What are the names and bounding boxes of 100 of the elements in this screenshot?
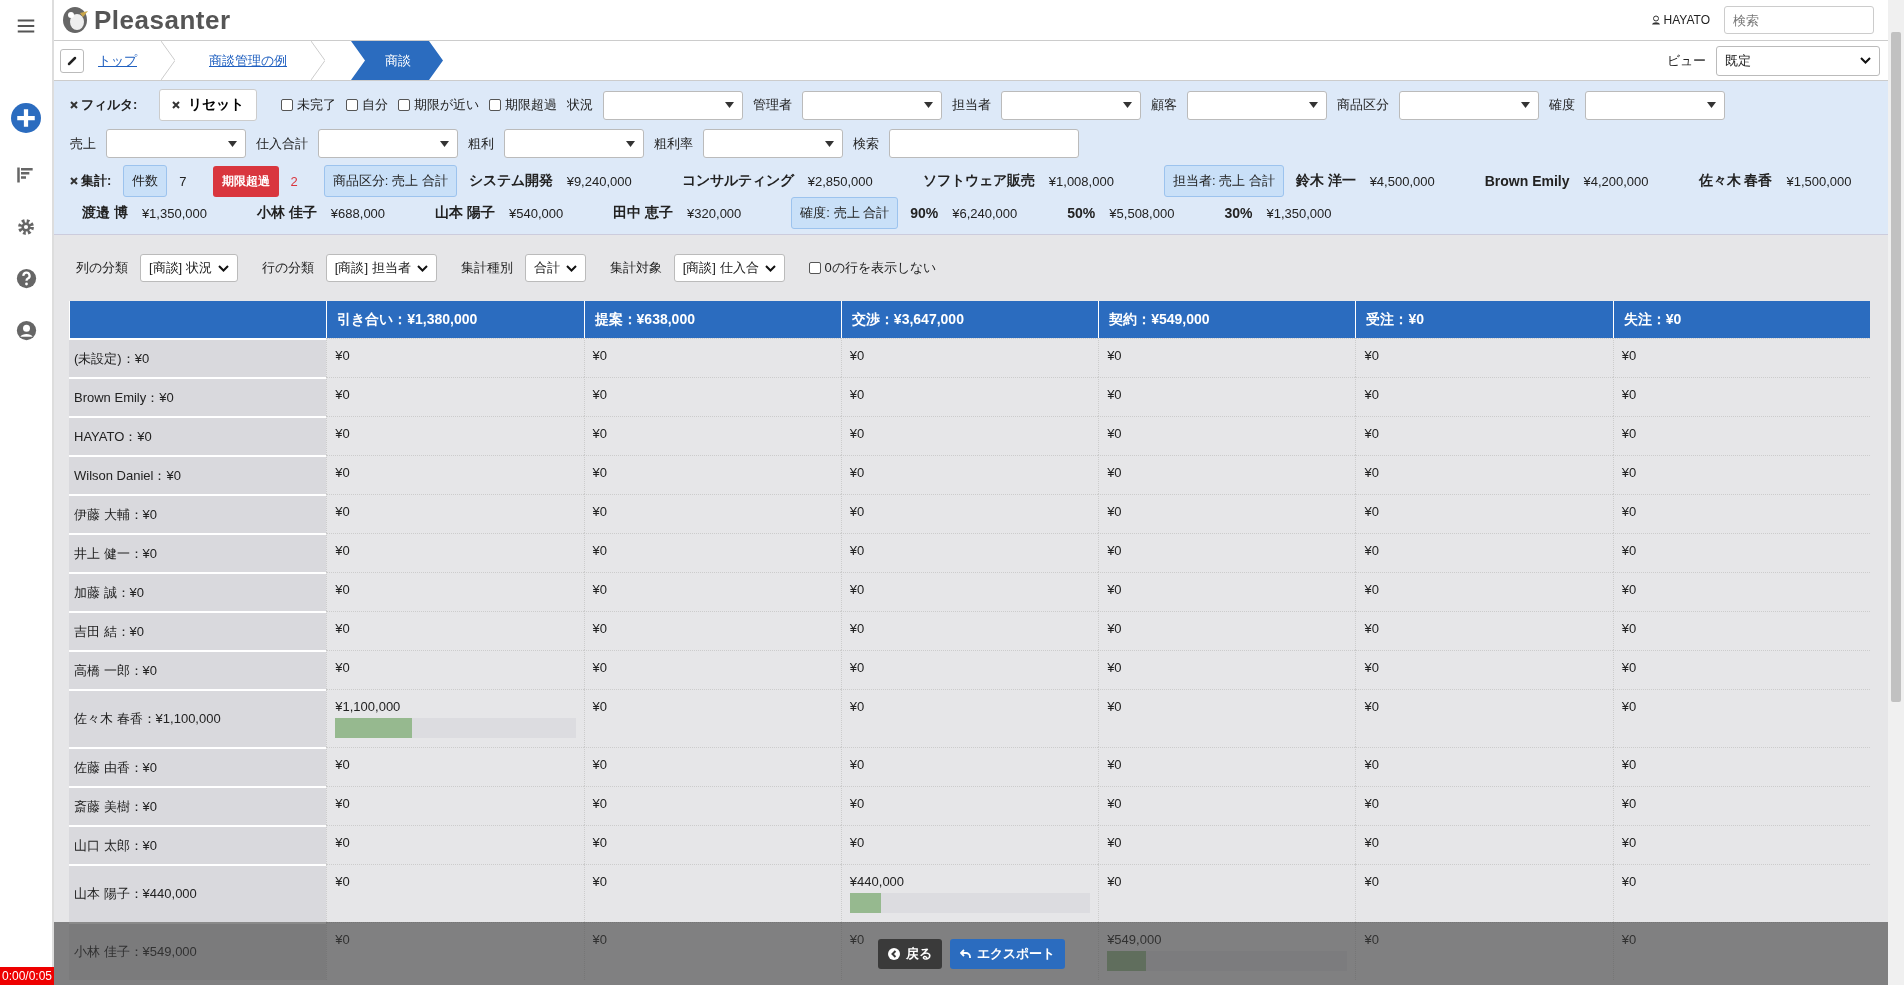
table-cell: ¥0 bbox=[1098, 864, 1356, 922]
caret-icon bbox=[1521, 102, 1531, 108]
table-cell: ¥0 bbox=[583, 864, 841, 922]
table-cell: ¥0 bbox=[583, 377, 841, 416]
summary-value: ¥1,500,000 bbox=[1786, 173, 1852, 189]
table-cell: ¥0 bbox=[1098, 533, 1356, 572]
row-header: Wilson Daniel：¥0 bbox=[69, 455, 327, 494]
scrollbar[interactable] bbox=[1888, 0, 1904, 985]
dropdown[interactable]: [商談] 仕入合 bbox=[673, 254, 785, 282]
group-badge[interactable]: 確度: 売上 合計 bbox=[791, 197, 899, 229]
summary-label: 田中 恵子 bbox=[613, 204, 674, 222]
table-cell: ¥0 bbox=[583, 611, 841, 650]
table-cell: ¥0 bbox=[840, 747, 1099, 786]
summary-value: ¥688,000 bbox=[330, 205, 386, 221]
dropdown[interactable]: [商談] 状況 bbox=[140, 254, 238, 282]
dropdown[interactable] bbox=[603, 90, 744, 120]
table-cell: ¥0 bbox=[326, 455, 584, 494]
user-icon[interactable] bbox=[15, 320, 37, 341]
export-button[interactable]: エクスポート bbox=[949, 938, 1065, 969]
dropdown[interactable] bbox=[802, 90, 943, 120]
table-cell: ¥0 bbox=[840, 611, 1099, 650]
dropdown[interactable]: 合計 bbox=[524, 254, 586, 282]
table-cell: ¥0 bbox=[326, 611, 584, 650]
row-header: 加藤 誠：¥0 bbox=[69, 572, 327, 611]
sort-icon[interactable] bbox=[16, 165, 36, 185]
table-cell: ¥0 bbox=[840, 338, 1099, 377]
table-cell: ¥0 bbox=[326, 922, 584, 980]
search-field[interactable] bbox=[889, 129, 1079, 158]
link-button[interactable] bbox=[60, 48, 84, 73]
table-cell: ¥0 bbox=[583, 494, 841, 533]
dropdown[interactable] bbox=[318, 129, 458, 158]
checkbox-option[interactable]: 未完了 bbox=[281, 96, 337, 114]
group-badge[interactable]: 商品区分: 売上 合計 bbox=[323, 165, 457, 197]
table-cell: ¥0 bbox=[583, 689, 841, 747]
field-label: 顧客 bbox=[1151, 96, 1178, 114]
help-icon[interactable] bbox=[15, 268, 37, 289]
field-label: 検索 bbox=[853, 134, 879, 153]
field-label: 商品区分 bbox=[1337, 96, 1390, 114]
logo-icon bbox=[60, 5, 90, 35]
dropdown[interactable]: [商談] 担当者 bbox=[325, 254, 437, 282]
table-cell: ¥0 bbox=[840, 786, 1099, 825]
caret-icon bbox=[725, 102, 735, 108]
checkbox-option[interactable]: 自分 bbox=[346, 96, 389, 114]
table-cell: ¥0 bbox=[583, 786, 841, 825]
table-cell: ¥0 bbox=[1612, 747, 1870, 786]
table-cell: ¥0 bbox=[1612, 338, 1870, 377]
caret-icon bbox=[825, 140, 834, 147]
table-cell: ¥0 bbox=[1355, 455, 1613, 494]
dropdown[interactable] bbox=[504, 129, 644, 158]
column-header: 引き合い：¥1,380,000 bbox=[326, 301, 584, 338]
caret-icon bbox=[924, 102, 934, 108]
reply-arrow-icon bbox=[959, 948, 971, 959]
table-cell: ¥0 bbox=[1355, 416, 1613, 455]
checkbox-option[interactable]: 0の行を表示しない bbox=[808, 259, 936, 277]
settings-icon[interactable] bbox=[16, 217, 36, 237]
dropdown[interactable] bbox=[106, 129, 246, 158]
user-menu[interactable]: HAYATO bbox=[1650, 13, 1710, 27]
table-cell: ¥0 bbox=[583, 747, 841, 786]
summary-value: ¥6,240,000 bbox=[952, 205, 1018, 221]
dropdown[interactable] bbox=[1001, 90, 1142, 120]
table-cell: ¥0 bbox=[840, 455, 1099, 494]
row-header: 小林 佳子：¥549,000 bbox=[69, 922, 327, 980]
summary-label: ソフトウェア販売 bbox=[922, 172, 1035, 190]
dropdown[interactable] bbox=[1399, 90, 1540, 120]
search-field[interactable]: 検索 bbox=[1724, 6, 1874, 34]
table-cell: ¥0 bbox=[583, 338, 841, 377]
field-label: 仕入合計 bbox=[256, 134, 308, 153]
reset-button[interactable]: リセット bbox=[159, 89, 258, 121]
summary-label: 佐々木 春香 bbox=[1698, 172, 1773, 190]
table-cell: ¥0 bbox=[1612, 689, 1870, 747]
table-cell: ¥0 bbox=[840, 533, 1099, 572]
table-cell: ¥0 bbox=[1355, 377, 1613, 416]
dropdown[interactable] bbox=[1187, 90, 1328, 120]
checkbox-option[interactable]: 期限が近い bbox=[398, 96, 480, 114]
table-cell: ¥0 bbox=[1098, 689, 1356, 747]
column-header: 契約：¥549,000 bbox=[1098, 301, 1356, 338]
breadcrumb-link[interactable]: 商談 bbox=[351, 41, 443, 80]
overdue-badge[interactable]: 期限超過 bbox=[212, 165, 279, 197]
column-header: 失注：¥0 bbox=[1612, 301, 1870, 338]
table-cell: ¥0 bbox=[840, 572, 1099, 611]
checkbox-option[interactable]: 期限超過 bbox=[489, 96, 558, 114]
table-cell: ¥0 bbox=[583, 650, 841, 689]
summary-value: ¥5,508,000 bbox=[1109, 205, 1175, 221]
view-dropdown[interactable]: 既定 bbox=[1716, 45, 1880, 76]
dropdown[interactable] bbox=[1585, 90, 1726, 120]
table-cell: ¥0 bbox=[326, 377, 584, 416]
field-label: 管理者 bbox=[753, 96, 793, 114]
count-badge[interactable]: 件数 bbox=[123, 165, 168, 197]
add-icon[interactable] bbox=[11, 103, 41, 133]
summary-label: 山本 陽子 bbox=[435, 204, 495, 222]
dropdown[interactable] bbox=[703, 129, 843, 158]
summary-label: 90% bbox=[910, 205, 939, 221]
caret-icon bbox=[1707, 102, 1717, 108]
group-badge[interactable]: 担当者: 売上 合計 bbox=[1163, 165, 1284, 197]
row-header: Brown Emily：¥0 bbox=[69, 377, 327, 416]
table-cell: ¥0 bbox=[1355, 864, 1613, 922]
summary-label: Brown Emily bbox=[1484, 173, 1570, 189]
back-button[interactable]: 戻る bbox=[877, 938, 942, 969]
table-cell: ¥0 bbox=[840, 825, 1099, 864]
table-cell: ¥0 bbox=[1355, 338, 1613, 377]
